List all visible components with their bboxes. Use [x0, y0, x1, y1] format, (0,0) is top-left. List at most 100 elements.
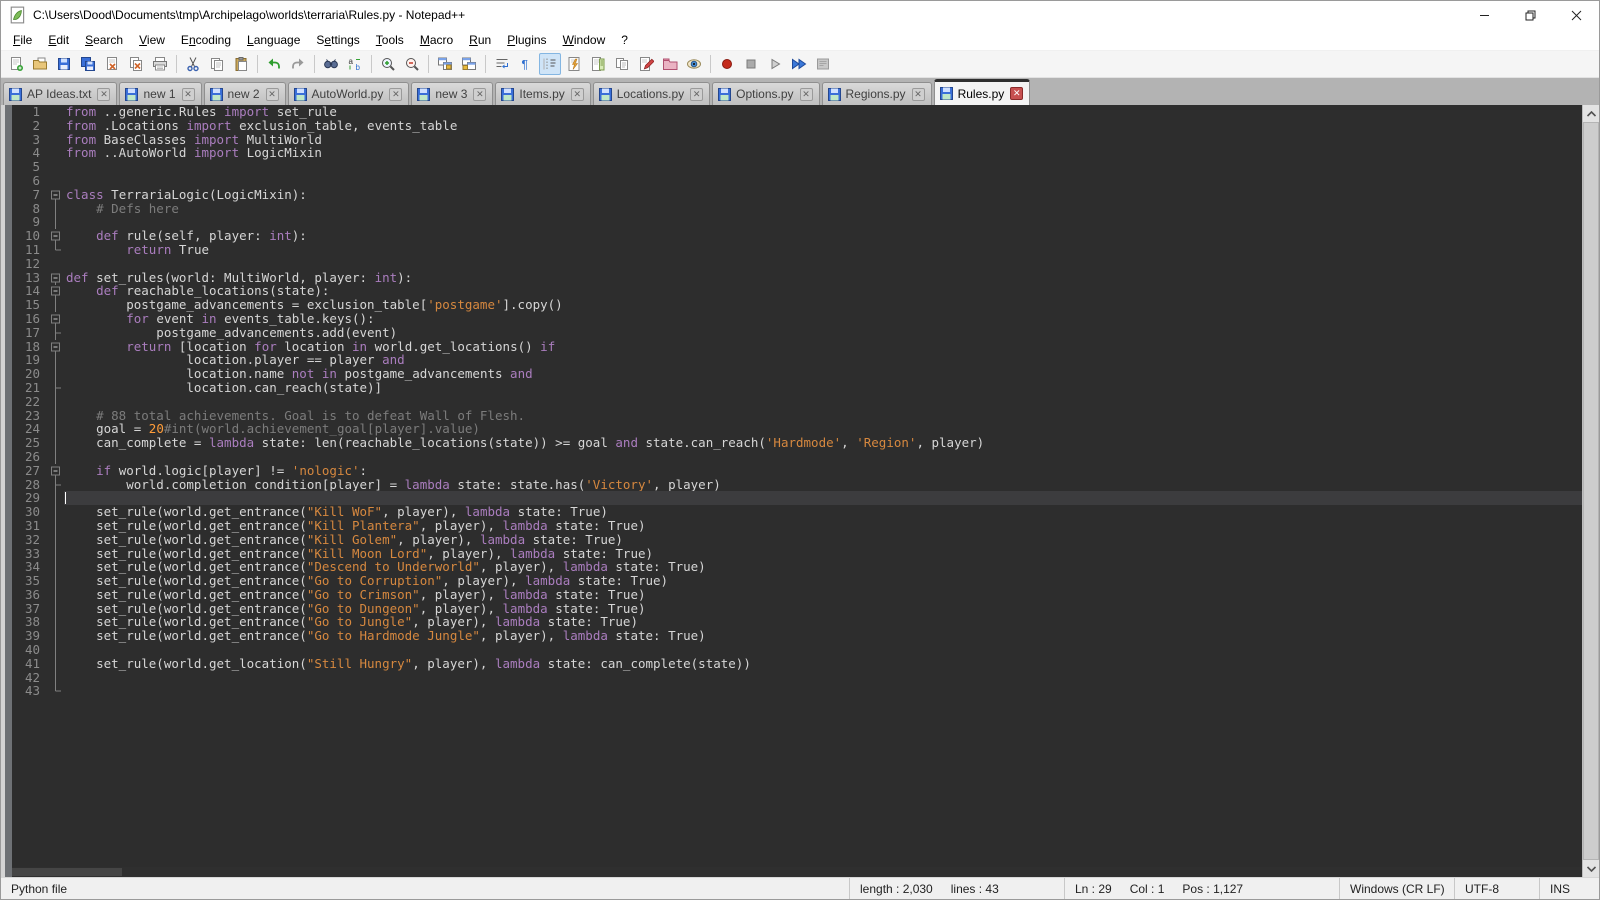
horizontal-scrollbar-thumb[interactable] — [12, 868, 122, 876]
tab-ap-ideas-txt[interactable]: AP Ideas.txt✕ — [3, 82, 117, 105]
code-line-38[interactable]: 38 set_rule(world.get_entrance("Go to Ju… — [12, 615, 1582, 629]
folder-as-workspace-button[interactable] — [659, 53, 681, 75]
code-text[interactable]: return True — [64, 243, 1582, 257]
code-line-33[interactable]: 33 set_rule(world.get_entrance("Kill Moo… — [12, 547, 1582, 561]
code-text[interactable]: for event in events_table.keys(): — [64, 312, 1582, 326]
code-line-4[interactable]: 4from ..AutoWorld import LogicMixin — [12, 146, 1582, 160]
vertical-scrollbar[interactable] — [1582, 105, 1599, 877]
fold-collapse-icon[interactable] — [48, 464, 64, 478]
tab-new-1[interactable]: new 1✕ — [119, 82, 201, 105]
code-line-8[interactable]: 8 # Defs here — [12, 202, 1582, 216]
code-line-18[interactable]: 18 return [location for location in worl… — [12, 340, 1582, 354]
code-text[interactable] — [64, 671, 1582, 685]
open-file-button[interactable] — [29, 53, 51, 75]
code-text[interactable]: world.completion_condition[player] = lam… — [64, 478, 1582, 492]
code-text[interactable] — [64, 450, 1582, 464]
macro-stop-button[interactable] — [740, 53, 762, 75]
edit-marker-button[interactable] — [635, 53, 657, 75]
code-line-10[interactable]: 10 def rule(self, player: int): — [12, 229, 1582, 243]
code-line-40[interactable]: 40 — [12, 643, 1582, 657]
code-text[interactable]: goal = 20#int(world.achievement_goal[pla… — [64, 422, 1582, 436]
code-line-13[interactable]: 13def set_rules(world: MultiWorld, playe… — [12, 271, 1582, 285]
menu-edit[interactable]: Edit — [40, 30, 77, 50]
fold-collapse-icon[interactable] — [48, 188, 64, 202]
tab-options-py[interactable]: Options.py✕ — [712, 82, 819, 105]
code-text[interactable]: location.can_reach(state)] — [64, 381, 1582, 395]
code-text[interactable]: set_rule(world.get_entrance("Kill Plante… — [64, 519, 1582, 533]
code-text[interactable]: return [location for location in world.g… — [64, 340, 1582, 354]
code-text[interactable]: set_rule(world.get_entrance("Kill Moon L… — [64, 547, 1582, 561]
tab-close-icon[interactable]: ✕ — [182, 88, 195, 101]
code-text[interactable]: def rule(self, player: int): — [64, 229, 1582, 243]
print-button[interactable] — [149, 53, 171, 75]
menu-macro[interactable]: Macro — [412, 30, 461, 50]
menu-language[interactable]: Language — [239, 30, 308, 50]
code-text[interactable]: set_rule(world.get_entrance("Kill WoF", … — [64, 505, 1582, 519]
vertical-scrollbar-thumb[interactable] — [1583, 122, 1599, 860]
code-text[interactable]: set_rule(world.get_location("Still Hungr… — [64, 657, 1582, 671]
new-file-button[interactable] — [5, 53, 27, 75]
menu-encoding[interactable]: Encoding — [173, 30, 239, 50]
tab-rules-py[interactable]: Rules.py✕ — [934, 79, 1031, 105]
code-line-24[interactable]: 24 goal = 20#int(world.achievement_goal[… — [12, 422, 1582, 436]
macro-play-button[interactable] — [764, 53, 786, 75]
menu-settings[interactable]: Settings — [308, 30, 367, 50]
code-line-19[interactable]: 19 location.player == player and — [12, 353, 1582, 367]
code-line-7[interactable]: 7class TerrariaLogic(LogicMixin): — [12, 188, 1582, 202]
minimize-button[interactable] — [1461, 1, 1507, 29]
restore-button[interactable] — [1507, 1, 1553, 29]
tab-close-icon[interactable]: ✕ — [912, 88, 925, 101]
tab-locations-py[interactable]: Locations.py✕ — [593, 82, 710, 105]
find-button[interactable] — [320, 53, 342, 75]
code-text[interactable] — [64, 684, 1582, 698]
save-all-button[interactable] — [77, 53, 99, 75]
code-line-17[interactable]: 17 postgame_advancements.add(event) — [12, 326, 1582, 340]
scroll-up-arrow-icon[interactable] — [1583, 105, 1599, 122]
code-text[interactable]: set_rule(world.get_entrance("Go to Corru… — [64, 574, 1582, 588]
fold-collapse-icon[interactable] — [48, 229, 64, 243]
replace-button[interactable]: ab — [344, 53, 366, 75]
code-line-25[interactable]: 25 can_complete = lambda state: len(reac… — [12, 436, 1582, 450]
menu-search[interactable]: Search — [77, 30, 131, 50]
code-text[interactable]: # 88 total achievements. Goal is to defe… — [64, 409, 1582, 423]
code-line-1[interactable]: 1from ..generic.Rules import set_rule — [12, 105, 1582, 119]
code-line-31[interactable]: 31 set_rule(world.get_entrance("Kill Pla… — [12, 519, 1582, 533]
code-line-23[interactable]: 23 # 88 total achievements. Goal is to d… — [12, 409, 1582, 423]
tab-close-icon[interactable]: ✕ — [690, 88, 703, 101]
code-line-27[interactable]: 27 if world.logic[player] != 'nologic': — [12, 464, 1582, 478]
code-line-11[interactable]: 11 return True — [12, 243, 1582, 257]
code-text[interactable] — [64, 257, 1582, 271]
tab-close-icon[interactable]: ✕ — [800, 88, 813, 101]
document-list-button[interactable] — [611, 53, 633, 75]
bookmark-margin[interactable] — [5, 105, 12, 877]
tab-items-py[interactable]: Items.py✕ — [495, 82, 590, 105]
fold-collapse-icon[interactable] — [48, 340, 64, 354]
code-editor[interactable]: 1from ..generic.Rules import set_rule2fr… — [1, 105, 1582, 877]
code-text[interactable]: location.name not in postgame_advancemen… — [64, 367, 1582, 381]
function-list-button[interactable] — [563, 53, 585, 75]
code-line-30[interactable]: 30 set_rule(world.get_entrance("Kill WoF… — [12, 505, 1582, 519]
code-text[interactable]: set_rule(world.get_entrance("Kill Golem"… — [64, 533, 1582, 547]
code-line-43[interactable]: 43 — [12, 684, 1582, 698]
sync-horizontal-button[interactable] — [458, 53, 480, 75]
tab-regions-py[interactable]: Regions.py✕ — [822, 82, 932, 105]
code-text[interactable] — [64, 160, 1582, 174]
tab-close-icon[interactable]: ✕ — [389, 88, 402, 101]
code-text[interactable]: # Defs here — [64, 202, 1582, 216]
save-button[interactable] — [53, 53, 75, 75]
menu-run[interactable]: Run — [461, 30, 499, 50]
menu-file[interactable]: File — [5, 30, 40, 50]
macro-save-button[interactable] — [812, 53, 834, 75]
horizontal-scrollbar[interactable] — [12, 867, 1582, 877]
code-line-41[interactable]: 41 set_rule(world.get_location("Still Hu… — [12, 657, 1582, 671]
fold-collapse-icon[interactable] — [48, 271, 64, 285]
code-line-42[interactable]: 42 — [12, 671, 1582, 685]
code-text[interactable]: from ..AutoWorld import LogicMixin — [64, 146, 1582, 160]
fold-collapse-icon[interactable] — [48, 284, 64, 298]
undo-button[interactable] — [263, 53, 285, 75]
tab-close-icon[interactable]: ✕ — [473, 88, 486, 101]
code-text[interactable]: set_rule(world.get_entrance("Go to Jungl… — [64, 615, 1582, 629]
code-line-39[interactable]: 39 set_rule(world.get_entrance("Go to Ha… — [12, 629, 1582, 643]
code-text[interactable]: can_complete = lambda state: len(reachab… — [64, 436, 1582, 450]
code-text[interactable]: postgame_advancements.add(event) — [64, 326, 1582, 340]
